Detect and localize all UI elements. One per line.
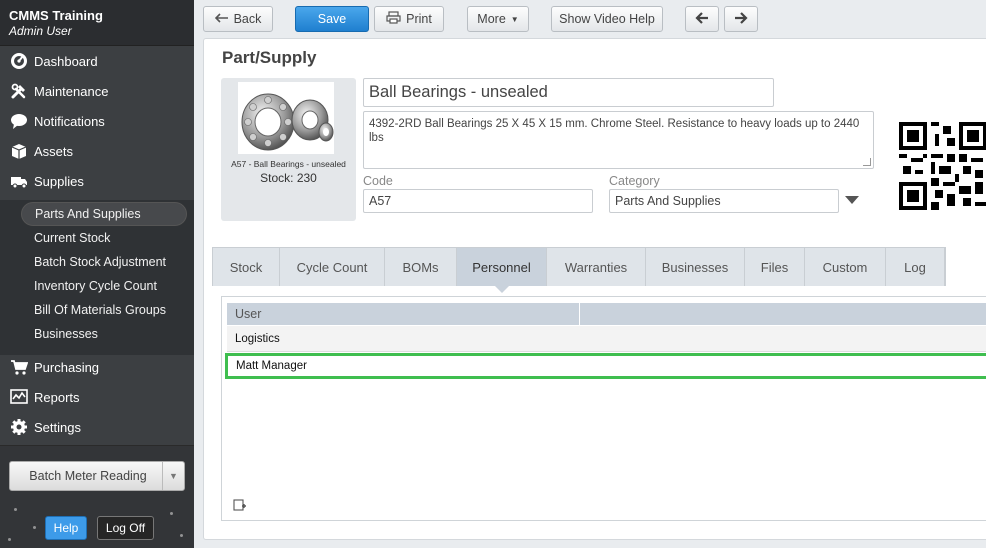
part-description-text: 4392-2RD Ball Bearings 25 X 45 X 15 mm. … (369, 118, 860, 144)
speech-bubble-icon (9, 111, 29, 131)
more-button[interactable]: More ▼ (467, 6, 529, 32)
part-detail-panel: Part/Supply A57 - Ball Bearings - unseal… (203, 38, 986, 540)
submenu-inventory-cycle-count[interactable]: Inventory Cycle Count (21, 274, 187, 298)
app-title: CMMS Training (9, 8, 103, 23)
nav-purchasing[interactable]: Purchasing (0, 352, 194, 382)
chart-icon (9, 387, 29, 407)
add-record-icon[interactable] (233, 498, 247, 512)
cart-icon (9, 357, 29, 377)
truck-icon (9, 171, 29, 191)
submenu-bill-of-materials-groups[interactable]: Bill Of Materials Groups (21, 298, 187, 322)
sidebar: CMMS Training Admin User Dashboard Maint… (0, 0, 194, 548)
decor-sparkle (180, 534, 183, 537)
back-label: Back (233, 12, 262, 26)
resize-grip-icon[interactable] (863, 158, 871, 166)
nav-assets-label: Assets (34, 143, 74, 159)
stock-count: Stock: 230 (260, 171, 317, 185)
tab-businesses[interactable]: Businesses (646, 248, 745, 286)
batch-meter-reading-button[interactable]: Batch Meter Reading ▼ (9, 461, 185, 491)
grid-header: User (227, 303, 986, 325)
submenu-parts-and-supplies[interactable]: Parts And Supplies (21, 202, 187, 226)
show-video-help-label: Show Video Help (559, 12, 655, 26)
save-button[interactable]: Save (295, 6, 369, 32)
nav-maintenance[interactable]: Maintenance (0, 76, 194, 106)
tab-files[interactable]: Files (745, 248, 805, 286)
dashboard-gauge-icon (9, 51, 29, 71)
nav-supplies-label: Supplies (34, 173, 84, 189)
print-label: Print (406, 12, 432, 26)
nav-assets[interactable]: Assets (0, 136, 194, 166)
decor-sparkle (170, 512, 173, 515)
log-off-button[interactable]: Log Off (97, 516, 154, 540)
nav-notifications[interactable]: Notifications (0, 106, 194, 136)
nav-settings-label: Settings (34, 419, 81, 435)
detail-tabs: Stock Cycle Count BOMs Personnel Warrant… (212, 247, 946, 293)
wrench-hammer-icon (9, 81, 29, 101)
tab-boms[interactable]: BOMs (385, 248, 457, 286)
chevron-down-icon[interactable]: ▼ (162, 462, 184, 490)
nav-reports[interactable]: Reports (0, 382, 194, 412)
box-icon (9, 141, 29, 161)
arrow-left-icon (695, 11, 709, 27)
batch-meter-reading-label: Batch Meter Reading (29, 469, 147, 483)
tab-log[interactable]: Log (886, 248, 945, 286)
printer-icon (386, 11, 401, 27)
submenu-batch-stock-adjustment[interactable]: Batch Stock Adjustment (21, 250, 187, 274)
gear-icon (9, 417, 29, 437)
tab-custom[interactable]: Custom (805, 248, 886, 286)
qr-code-icon (899, 122, 986, 210)
tab-cycle-count[interactable]: Cycle Count (280, 248, 385, 286)
nav-dashboard-label: Dashboard (34, 53, 98, 69)
table-row[interactable]: Matt Manager (225, 353, 986, 379)
arrow-left-icon (214, 12, 229, 26)
caret-down-icon: ▼ (510, 14, 519, 24)
show-video-help-button[interactable]: Show Video Help (551, 6, 663, 32)
tab-warranties[interactable]: Warranties (547, 248, 646, 286)
tab-personnel[interactable]: Personnel (457, 248, 547, 293)
decor-sparkle (33, 526, 36, 529)
arrow-right-icon (734, 11, 748, 27)
sidebar-footer: Batch Meter Reading ▼ Help Log Off (0, 445, 194, 548)
part-name-input[interactable]: Ball Bearings - unsealed (363, 78, 774, 107)
supplies-submenu: Parts And Supplies Current Stock Batch S… (0, 200, 194, 355)
current-user: Admin User (9, 24, 72, 38)
category-select[interactable]: Parts And Supplies (609, 189, 839, 213)
nav-reports-label: Reports (34, 389, 80, 405)
decor-sparkle (8, 538, 11, 541)
nav-supplies[interactable]: Supplies (0, 166, 194, 196)
thumbnail-caption: A57 - Ball Bearings - unsealed (231, 159, 346, 169)
personnel-tab-panel: User Logistics Matt Manager (221, 296, 986, 521)
previous-record-button[interactable] (685, 6, 719, 32)
back-button[interactable]: Back (203, 6, 273, 32)
part-description-textarea[interactable]: 4392-2RD Ball Bearings 25 X 45 X 15 mm. … (363, 111, 874, 169)
tab-stock[interactable]: Stock (213, 248, 280, 286)
page-title: Part/Supply (222, 48, 317, 67)
code-label: Code (363, 174, 393, 188)
print-button[interactable]: Print (374, 6, 444, 32)
part-thumbnail-card: A57 - Ball Bearings - unsealed Stock: 23… (221, 78, 356, 221)
brand-header: CMMS Training Admin User (0, 0, 194, 46)
category-dropdown-arrow-icon[interactable] (845, 196, 859, 204)
submenu-businesses[interactable]: Businesses (21, 322, 187, 346)
decor-sparkle (14, 508, 17, 511)
ball-bearing-image[interactable] (238, 82, 334, 154)
group-row[interactable]: Logistics (227, 326, 986, 352)
nav-maintenance-label: Maintenance (34, 83, 109, 99)
save-label: Save (317, 12, 347, 26)
code-input[interactable]: A57 (363, 189, 593, 213)
category-label: Category (609, 174, 660, 188)
next-record-button[interactable] (724, 6, 758, 32)
help-button[interactable]: Help (45, 516, 87, 540)
nav-purchasing-label: Purchasing (34, 359, 100, 375)
more-label: More (477, 12, 506, 26)
submenu-current-stock[interactable]: Current Stock (21, 226, 187, 250)
nav-notifications-label: Notifications (34, 113, 105, 129)
column-header-user[interactable]: User (227, 303, 580, 325)
nav-settings[interactable]: Settings (0, 412, 194, 442)
nav-dashboard[interactable]: Dashboard (0, 46, 194, 76)
